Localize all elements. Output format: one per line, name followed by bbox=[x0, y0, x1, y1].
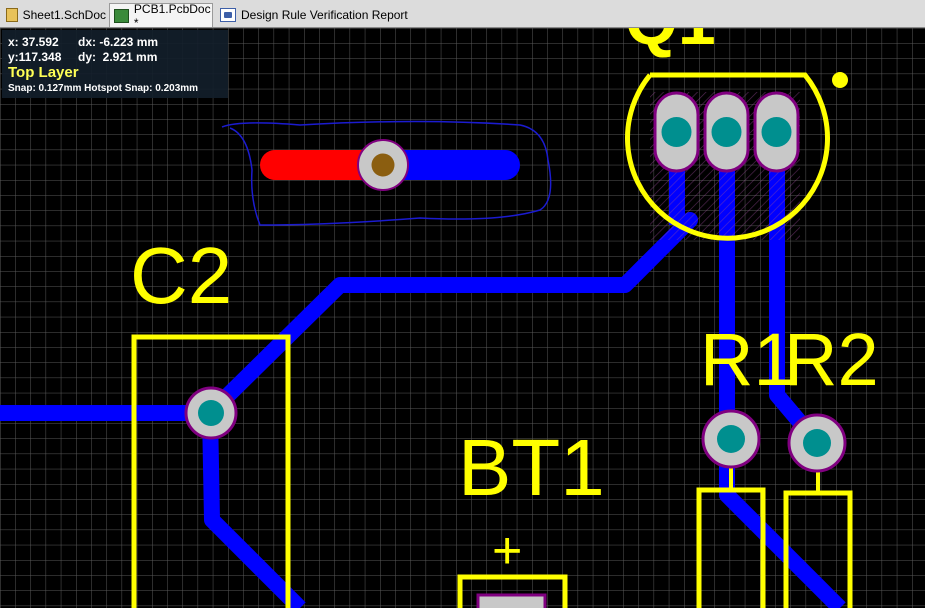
coordinate-heads-up-display: x: 37.592 dx: -6.223 mm y:117.348 dy: 2.… bbox=[2, 30, 228, 98]
hud-dy-delta: dy: 2.921 mm bbox=[78, 50, 158, 64]
schematic-doc-icon bbox=[6, 8, 18, 22]
tab-pcb1-pcbdoc[interactable]: PCB1.PcbDoc * bbox=[109, 1, 213, 30]
hud-y-coordinate: y:117.348 bbox=[8, 50, 62, 64]
pcb-doc-icon bbox=[114, 8, 129, 23]
q1-pad-1[interactable] bbox=[653, 91, 700, 173]
c2-pad-1[interactable] bbox=[184, 386, 238, 440]
q1-pin1-marker bbox=[832, 72, 848, 88]
hud-current-layer: Top Layer bbox=[8, 64, 79, 81]
hud-snap-settings: Snap: 0.127mm Hotspot Snap: 0.203mm bbox=[8, 83, 199, 94]
tab-label: Sheet1.SchDoc bbox=[22, 8, 106, 22]
r2-pad-1[interactable] bbox=[787, 413, 847, 473]
r2-designator: R2 bbox=[784, 318, 879, 401]
report-doc-icon bbox=[220, 8, 236, 22]
tab-sheet1-schdoc[interactable]: Sheet1.SchDoc bbox=[2, 3, 106, 27]
bt1-pad-1[interactable] bbox=[476, 593, 547, 608]
via-hole bbox=[371, 153, 395, 177]
bt1-polarity-mark: + bbox=[492, 522, 522, 580]
q1-pad-2[interactable] bbox=[703, 91, 750, 173]
r1-designator: R1 bbox=[700, 318, 795, 401]
pcb-editor-canvas[interactable]: Q1 C2 BT1 + R1 R2 bbox=[0, 28, 925, 608]
r1-pad-1[interactable] bbox=[701, 409, 761, 469]
document-tab-bar: Sheet1.SchDoc PCB1.PcbDoc * Design Rule … bbox=[0, 0, 925, 30]
q1-designator: Q1 bbox=[625, 28, 716, 59]
bt1-designator: BT1 bbox=[458, 423, 605, 512]
tab-label: Design Rule Verification Report bbox=[241, 8, 408, 22]
hud-dx-delta: dx: -6.223 mm bbox=[78, 35, 159, 49]
tab-label: PCB1.PcbDoc * bbox=[133, 1, 211, 30]
c2-designator: C2 bbox=[130, 231, 232, 320]
q1-pad-3[interactable] bbox=[753, 91, 800, 173]
hud-x-coordinate: x: 37.592 bbox=[8, 35, 59, 49]
tab-design-rule-verification-report[interactable]: Design Rule Verification Report bbox=[216, 3, 416, 27]
